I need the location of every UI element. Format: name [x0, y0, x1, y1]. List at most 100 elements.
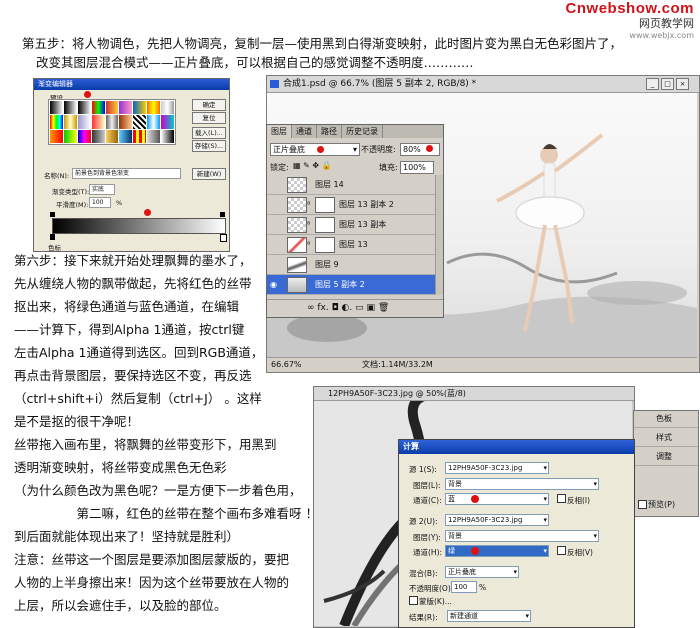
smoothness-label: 平滑度(M):	[56, 201, 89, 209]
gradient-editor-title: 渐变编辑器	[34, 79, 229, 90]
channel1-label: 通道(C):	[413, 496, 442, 505]
source1-label: 源 1(S):	[409, 465, 437, 474]
red-dot-marker	[84, 91, 91, 98]
layer-thumbnail	[287, 237, 307, 253]
red-dot-marker	[471, 495, 479, 503]
step6-line2: 先从缠绕人物的飘带做起，先将红色的丝带	[14, 276, 252, 291]
layer1-select[interactable]: 背景	[445, 478, 599, 490]
gradient-editor-dialog: 渐变编辑器 预设 确定 复位 载入(L)... 存储(S)... 名称(N): …	[33, 78, 230, 252]
step6-line3: 抠出来，将绿色通道与蓝色通道，在编辑	[14, 299, 240, 314]
layer-mask-thumbnail	[315, 237, 335, 253]
step6-line12: 第二嘛，红色的丝带在整个画布多难看呀 ！	[14, 506, 318, 521]
side-item-adjustments[interactable]: 调整	[634, 449, 698, 466]
tab-history[interactable]: 历史记录	[342, 125, 383, 138]
color-stop[interactable]	[50, 234, 55, 240]
document-info: 文档:1.14M/33.2M	[362, 360, 433, 369]
source1-select[interactable]: 12PH9A50F-3C23.jpg	[445, 462, 549, 474]
gradient-type-select[interactable]: 实底	[89, 184, 115, 195]
layer2-label: 图层(Y):	[413, 533, 441, 542]
fill-label: 填充:	[379, 163, 398, 172]
gradient-name-field[interactable]: 前景色到背景色渐变	[72, 168, 181, 179]
opacity-stop[interactable]	[220, 212, 225, 217]
calc-opacity-field[interactable]: 100	[451, 581, 477, 593]
channel1-select[interactable]: 蓝	[445, 493, 549, 505]
color-stop[interactable]	[220, 234, 227, 242]
channel2-select[interactable]: 绿	[445, 545, 549, 557]
layers-footer-icons[interactable]: ∞ fx. ◘ ◐. ▭ ▣ 🗑	[267, 299, 443, 316]
document-title-bar: 合成1.psd @ 66.7% (图层 5 副本 2, RGB/8) * _ □…	[267, 76, 699, 93]
layer-row[interactable]: 图层 14	[267, 175, 435, 195]
layer-thumbnail	[287, 277, 307, 293]
invert2-checkbox[interactable]	[557, 546, 566, 555]
chevron-down-icon: ▾	[352, 145, 357, 154]
step6-line7: （ctrl+shift+i）然后复制（ctrl+J） 。这样	[14, 391, 262, 406]
step6-line4: ——计算下，得到Alpha 1通道，按ctrl键	[14, 322, 245, 337]
logo-cn: 网页教学网	[639, 17, 694, 30]
layer-thumbnail	[287, 197, 307, 213]
layer-name: 图层 14	[315, 180, 344, 189]
smoothness-field[interactable]: 100	[89, 197, 111, 208]
layers-scrollbar[interactable]	[435, 175, 443, 295]
layer-mask-thumbnail	[315, 217, 335, 233]
mask-checkbox[interactable]	[409, 596, 418, 605]
opacity-stop[interactable]	[50, 212, 55, 217]
layer-mask-thumbnail	[315, 197, 335, 213]
blend-select[interactable]: 正片叠底	[445, 566, 519, 578]
lock-icons[interactable]: ▦ ✎ ✥ 🔒	[293, 161, 332, 170]
step6-line13: 到后面就能体现出来了！坚持就是胜利）	[14, 529, 240, 544]
step6-line14: 注意：丝带这一个图层是要添加图层蒙版的，要把	[14, 552, 290, 567]
tab-channels[interactable]: 通道	[292, 125, 317, 138]
result-select[interactable]: 新建通道	[447, 610, 531, 622]
source2-select[interactable]: 12PH9A50F-3C23.jpg	[445, 514, 549, 526]
step6-line8: 是不是抠的很干净呢！	[14, 414, 140, 429]
layer2-select[interactable]: 背景	[445, 530, 599, 542]
layer-name: 图层 13	[339, 240, 368, 249]
side-item-styles[interactable]: 样式	[634, 430, 698, 447]
step6-line1: 第六步：接下来就开始处理飘舞的墨水了，	[14, 253, 252, 268]
layer-row[interactable]: 图层 9	[267, 255, 435, 275]
layer-thumbnail	[287, 257, 307, 273]
layer-row-selected[interactable]: ◉ 图层 5 副本 2	[267, 275, 435, 295]
red-dot-marker	[317, 146, 324, 153]
gradient-type-label: 渐变类型(T):	[52, 188, 90, 196]
reset-button[interactable]: 复位	[192, 112, 226, 124]
layer-row[interactable]: ⁸ 图层 13	[267, 235, 435, 255]
fill-field[interactable]: 100%	[400, 161, 434, 174]
ok-button[interactable]: 确定	[192, 99, 226, 111]
new-gradient-button[interactable]: 新建(W)	[192, 168, 226, 180]
layer-row[interactable]: ⁸ 图层 13 副本	[267, 215, 435, 235]
source2-label: 源 2(U):	[409, 517, 438, 526]
layer-name: 图层 13 副本 2	[339, 200, 394, 209]
close-icon[interactable]: ×	[676, 78, 689, 90]
red-dot-marker	[471, 547, 479, 555]
calc-opacity-label: 不透明度(O):	[409, 584, 454, 593]
lock-label: 锁定:	[270, 163, 289, 172]
layers-panel: 图层 通道 路径 历史记录 正片叠底 ▾ 不透明度: 80% 锁定: ▦ ✎ ✥…	[266, 124, 444, 318]
load-button[interactable]: 载入(L)...	[192, 127, 226, 139]
blend-mode-select[interactable]: 正片叠底 ▾	[270, 143, 360, 156]
calculations-title: 计算	[399, 440, 634, 454]
gradient-presets-grid[interactable]	[48, 99, 176, 145]
invert1-checkbox[interactable]	[557, 494, 566, 503]
document-title: 合成1.psd @ 66.7% (图层 5 副本 2, RGB/8) *	[283, 79, 477, 89]
layer-row[interactable]: ⁸ 图层 13 副本 2	[267, 195, 435, 215]
layer-thumbnail	[287, 217, 307, 233]
maximize-icon[interactable]: □	[661, 78, 674, 90]
name-label: 名称(N):	[44, 172, 70, 180]
red-dot-marker	[144, 209, 151, 216]
step5-line1: 第五步：将人物调色，先把人物调亮，复制一层—使用黑到白得渐变映射，此时图片变为黑…	[22, 36, 623, 51]
tab-paths[interactable]: 路径	[317, 125, 342, 138]
eye-icon[interactable]: ◉	[270, 275, 277, 294]
invert2-label: 反相(V)	[567, 548, 593, 557]
gradient-bar[interactable]	[52, 218, 226, 234]
invert1-label: 反相(I)	[567, 496, 591, 505]
zoom-readout[interactable]: 66.67%	[271, 358, 302, 372]
link-icon: ⁸	[307, 240, 311, 249]
mask-label: 蒙版(K)...	[419, 597, 452, 606]
tab-layers[interactable]: 图层	[267, 125, 292, 138]
minimize-icon[interactable]: _	[646, 78, 659, 90]
preview-checkbox[interactable]	[638, 500, 647, 509]
side-item-swatches[interactable]: 色板	[634, 411, 698, 428]
save-button[interactable]: 存储(S)...	[192, 140, 226, 152]
opacity-field[interactable]: 80%	[400, 143, 440, 156]
